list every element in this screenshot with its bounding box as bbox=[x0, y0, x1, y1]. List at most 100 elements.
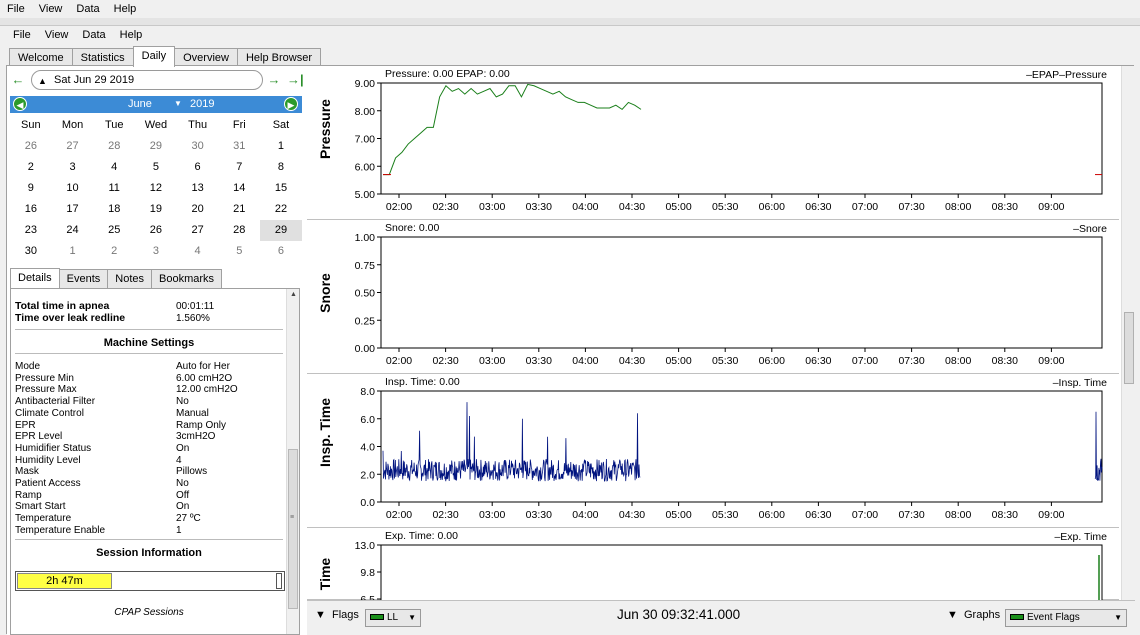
calendar-week: 9 10 11 12 13 14 15 bbox=[10, 178, 302, 199]
graph-pressure[interactable]: 9.00 8.00 7.00 6.00 5.00 02:00 02:30 03:00 03:30… bbox=[307, 66, 1119, 220]
calendar-toggle-icon[interactable]: ▲ bbox=[38, 72, 47, 90]
tab-bookmarks[interactable]: Bookmarks bbox=[151, 269, 223, 288]
calendar-day[interactable]: 27 bbox=[177, 220, 219, 241]
setting-label: Humidity Level bbox=[15, 454, 81, 466]
setting-label: Humidifier Status bbox=[15, 442, 92, 454]
graph-plot[interactable]: 9.00 8.00 7.00 6.00 5.00 02:00 02:30 03:00 03:30… bbox=[307, 66, 1119, 220]
calendar-day[interactable]: 26 bbox=[135, 220, 177, 241]
calendar-year[interactable]: 2019 bbox=[190, 98, 214, 110]
calendar-day[interactable]: 15 bbox=[260, 178, 302, 199]
setting-value: Manual bbox=[176, 407, 209, 419]
next-day-arrow-icon[interactable]: → bbox=[267, 70, 281, 90]
last-day-arrow-icon[interactable]: →| bbox=[287, 70, 304, 90]
flags-toggle[interactable]: ▼ Flags bbox=[315, 609, 359, 621]
prev-day-arrow-icon[interactable]: ← bbox=[11, 70, 25, 90]
graph-title: Snore: 0.00 bbox=[385, 222, 440, 234]
tab-notes[interactable]: Notes bbox=[107, 269, 153, 288]
calendar-day[interactable]: 3 bbox=[52, 157, 94, 178]
tab-details[interactable]: Details bbox=[10, 268, 60, 289]
month-dropdown-icon[interactable]: ▼ bbox=[174, 99, 182, 108]
calendar-day[interactable]: 28 bbox=[218, 220, 260, 241]
menu-file[interactable]: File bbox=[6, 26, 38, 44]
calendar-day[interactable]: 22 bbox=[260, 199, 302, 220]
calendar-day[interactable]: 18 bbox=[93, 199, 135, 220]
menu-help-outer[interactable]: Help bbox=[107, 0, 144, 18]
calendar-day[interactable]: 5 bbox=[135, 157, 177, 178]
tab-daily[interactable]: Daily bbox=[132, 46, 176, 67]
calendar-day[interactable]: 29 bbox=[135, 136, 177, 157]
calendar-day[interactable]: 30 bbox=[10, 241, 52, 262]
calendar-day[interactable]: 29 bbox=[260, 220, 302, 241]
details-scroll-thumb[interactable] bbox=[288, 449, 298, 609]
calendar-day[interactable]: 26 bbox=[10, 136, 52, 157]
calendar-day[interactable]: 2 bbox=[10, 157, 52, 178]
graphs-combo[interactable]: Event Flags ▼ bbox=[1005, 609, 1127, 627]
calendar-day[interactable]: 5 bbox=[218, 241, 260, 262]
setting-label: EPR Level bbox=[15, 431, 63, 443]
next-month-icon[interactable]: ▶ bbox=[284, 97, 298, 111]
graph-snore[interactable]: 1.00 0.75 0.50 0.25 0.00 02:00 02:30 03:00 03:30… bbox=[307, 220, 1119, 374]
date-navigator: ← ▲ Sat Jun 29 2019 → →| bbox=[11, 70, 304, 90]
calendar-month[interactable]: June bbox=[128, 98, 152, 110]
calendar-day[interactable]: 10 bbox=[52, 178, 94, 199]
flags-combo[interactable]: LL ▼ bbox=[365, 609, 421, 627]
scroll-up-icon[interactable]: ▲ bbox=[290, 291, 297, 298]
calendar-day[interactable]: 13 bbox=[177, 178, 219, 199]
menu-data-outer[interactable]: Data bbox=[69, 0, 106, 18]
session-bar[interactable]: 2h 47m bbox=[15, 571, 285, 591]
menu-file-outer[interactable]: File bbox=[0, 0, 32, 18]
session-duration[interactable]: 2h 47m bbox=[17, 573, 112, 589]
graph-plot[interactable]: 1.00 0.75 0.50 0.25 0.00 02:00 02:30 03:00 03:30… bbox=[307, 220, 1119, 374]
calendar-day[interactable]: 4 bbox=[177, 241, 219, 262]
calendar-day[interactable]: 16 bbox=[10, 199, 52, 220]
plot-frame bbox=[380, 236, 1103, 349]
calendar-day[interactable]: 31 bbox=[218, 136, 260, 157]
graph-plot[interactable]: 8.0 6.0 4.0 2.0 0.0 02:00 02:30 03:00 03:30 04:00… bbox=[307, 374, 1119, 528]
x-tick-label: 08:00 bbox=[945, 201, 971, 213]
setting-value: 4 bbox=[176, 454, 182, 466]
x-tick-label: 03:00 bbox=[479, 201, 505, 213]
details-scrollbar[interactable]: ▲ ≡ bbox=[286, 289, 299, 634]
calendar-day[interactable]: 9 bbox=[10, 178, 52, 199]
calendar-day[interactable]: 11 bbox=[93, 178, 135, 199]
calendar-day[interactable]: 23 bbox=[10, 220, 52, 241]
calendar-day[interactable]: 3 bbox=[135, 241, 177, 262]
calendar-day[interactable]: 4 bbox=[93, 157, 135, 178]
swatch-icon bbox=[370, 614, 384, 621]
x-tick-label: 05:30 bbox=[712, 509, 738, 521]
graph-insp-time[interactable]: 8.0 6.0 4.0 2.0 0.0 02:00 02:30 03:00 03:30 04:00… bbox=[307, 374, 1119, 528]
calendar-day[interactable]: 25 bbox=[93, 220, 135, 241]
calendar-day[interactable]: 20 bbox=[177, 199, 219, 220]
graph-scrollbar[interactable] bbox=[1121, 66, 1135, 600]
menu-help[interactable]: Help bbox=[113, 26, 150, 44]
setting-value: Off bbox=[176, 489, 190, 501]
calendar-day[interactable]: 19 bbox=[135, 199, 177, 220]
calendar-day[interactable]: 6 bbox=[260, 241, 302, 262]
swatch-icon bbox=[1010, 614, 1024, 621]
calendar-day[interactable]: 6 bbox=[177, 157, 219, 178]
calendar-day[interactable]: 1 bbox=[52, 241, 94, 262]
calendar-day[interactable]: 21 bbox=[218, 199, 260, 220]
calendar-day[interactable]: 28 bbox=[93, 136, 135, 157]
calendar-day[interactable]: 17 bbox=[52, 199, 94, 220]
menu-view-outer[interactable]: View bbox=[32, 0, 70, 18]
calendar-day[interactable]: 24 bbox=[52, 220, 94, 241]
calendar-day[interactable]: 12 bbox=[135, 178, 177, 199]
tab-events[interactable]: Events bbox=[58, 269, 109, 288]
graphs-toggle[interactable]: ▼ Graphs bbox=[947, 609, 1000, 621]
graph-time[interactable]: 13.0 9.8 6.5 Exp. Time: 0.00 –Exp. Time Time bbox=[307, 528, 1119, 600]
calendar-day[interactable]: 27 bbox=[52, 136, 94, 157]
calendar-day[interactable]: 30 bbox=[177, 136, 219, 157]
calendar-day[interactable]: 7 bbox=[218, 157, 260, 178]
menu-data[interactable]: Data bbox=[75, 26, 112, 44]
calendar-day[interactable]: 8 bbox=[260, 157, 302, 178]
date-picker[interactable]: ▲ Sat Jun 29 2019 bbox=[31, 70, 263, 90]
y-tick-label: 6.0 bbox=[360, 414, 375, 426]
prev-month-icon[interactable]: ◀ bbox=[13, 97, 27, 111]
menu-view[interactable]: View bbox=[38, 26, 76, 44]
details-panel: Total time in apnea 00:01:11 Time over l… bbox=[10, 288, 300, 635]
calendar-day[interactable]: 2 bbox=[93, 241, 135, 262]
graph-scroll-thumb[interactable] bbox=[1124, 312, 1134, 384]
calendar-day[interactable]: 1 bbox=[260, 136, 302, 157]
calendar-day[interactable]: 14 bbox=[218, 178, 260, 199]
